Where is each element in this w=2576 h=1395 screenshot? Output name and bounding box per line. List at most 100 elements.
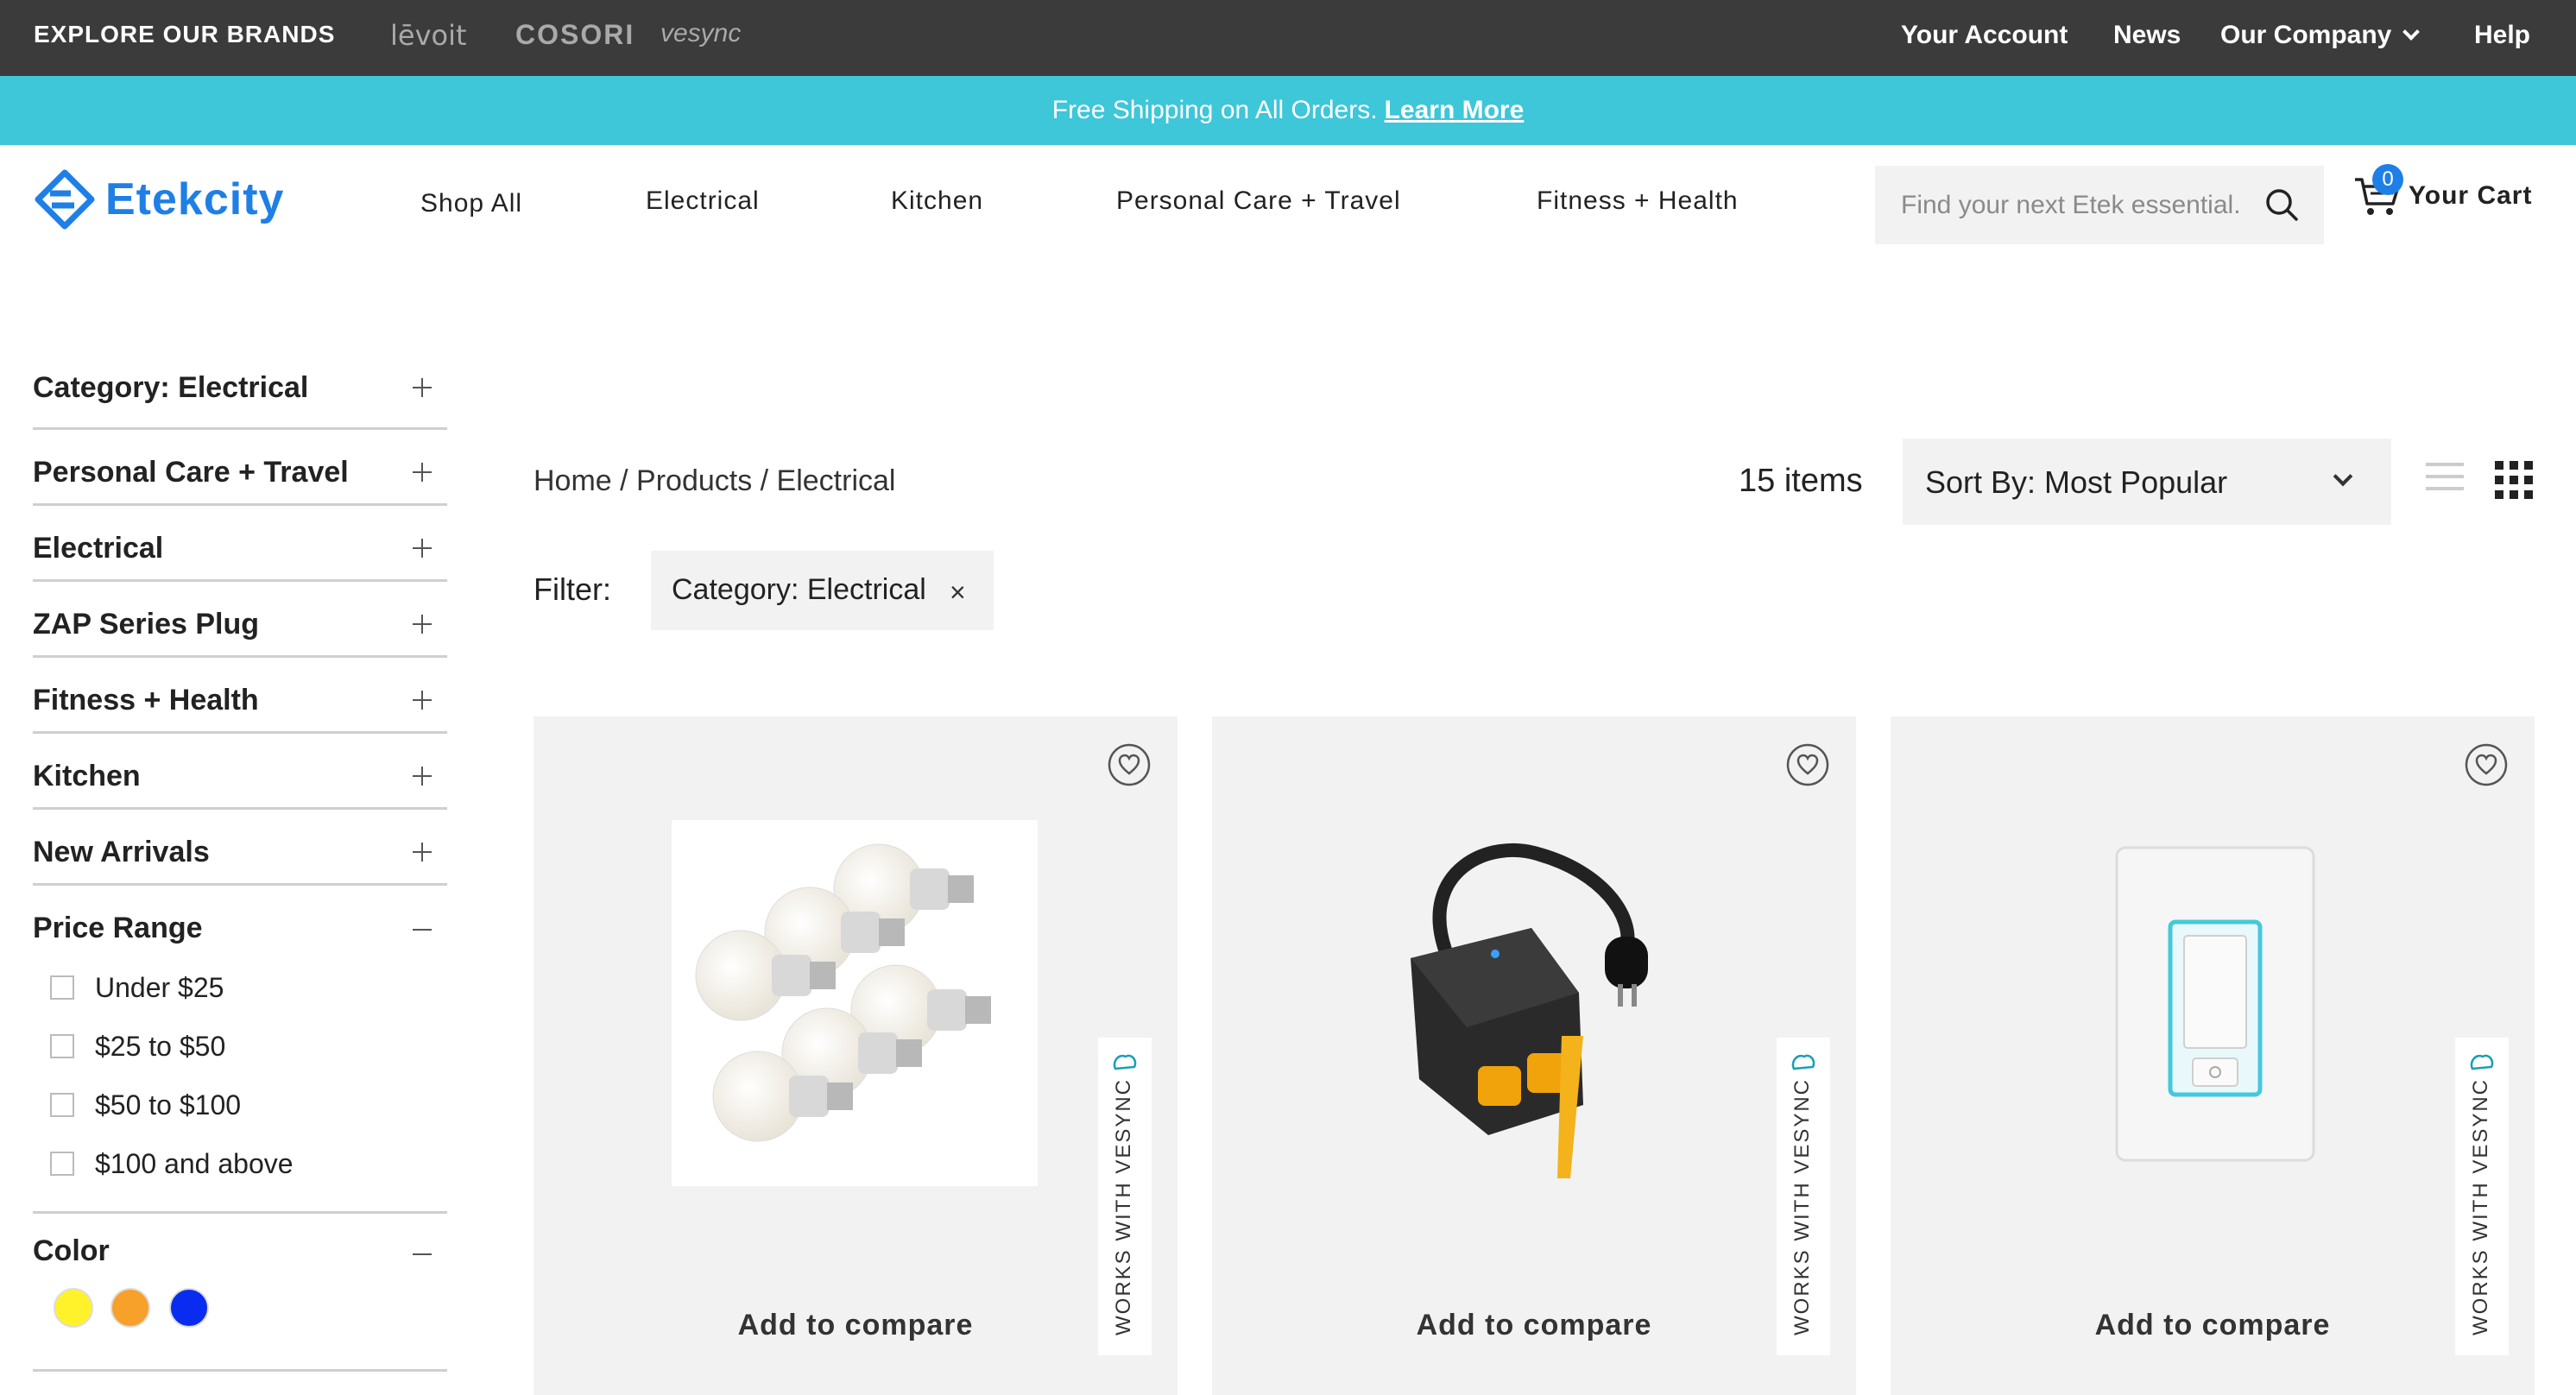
color-swatch-orange[interactable] xyxy=(110,1288,150,1328)
works-with-vesync-badge: WORKS WITH VESYNC xyxy=(1777,1038,1830,1355)
news-link[interactable]: News xyxy=(2113,21,2181,50)
cart-label: Your Cart xyxy=(2409,181,2533,210)
facet-title: Fitness + Health xyxy=(33,684,259,716)
vesync-icon xyxy=(1113,1054,1137,1070)
facet-category-electrical[interactable]: Category: Electrical xyxy=(33,363,447,430)
add-to-compare-button[interactable]: Add to compare xyxy=(1891,1309,2535,1342)
plus-icon[interactable] xyxy=(413,463,432,482)
product-card[interactable]: WORKS WITH VESYNC Add to compare xyxy=(1212,716,1856,1395)
minus-icon[interactable] xyxy=(413,920,432,939)
etekcity-logo-icon xyxy=(35,169,95,230)
checkbox[interactable] xyxy=(50,1093,74,1117)
facet-title: Category: Electrical xyxy=(33,371,309,404)
facet-title: Electrical xyxy=(33,532,164,565)
etekcity-logo[interactable]: Etekcity xyxy=(33,167,284,232)
filter-sidebar: Category: Electrical Personal Care + Tra… xyxy=(33,363,447,1372)
heart-icon[interactable] xyxy=(2464,742,2509,787)
heart-icon[interactable] xyxy=(1785,742,1830,787)
facet-electrical[interactable]: Electrical xyxy=(33,506,447,582)
plus-icon[interactable] xyxy=(413,615,432,634)
brand-link-cosori[interactable]: COSORI xyxy=(515,19,635,51)
plus-icon[interactable] xyxy=(413,378,432,397)
product-card[interactable]: WORKS WITH VESYNC Add to compare xyxy=(534,716,1178,1395)
explore-brands-label: EXPLORE OUR BRANDS xyxy=(34,21,336,47)
facet-title: New Arrivals xyxy=(33,836,210,868)
chevron-down-icon xyxy=(2333,466,2353,487)
chevron-down-icon xyxy=(2402,23,2421,41)
plus-icon[interactable] xyxy=(413,843,432,862)
nav-shop-all[interactable]: Shop All xyxy=(420,189,522,218)
learn-more-link[interactable]: Learn More xyxy=(1385,96,1525,124)
search-box xyxy=(1875,166,2324,244)
plus-icon[interactable] xyxy=(413,691,432,710)
price-option-100-above[interactable]: $100 and above xyxy=(50,1146,294,1181)
smart-bulbs-image[interactable] xyxy=(672,820,1038,1186)
works-with-vesync-badge: WORKS WITH VESYNC xyxy=(1098,1038,1152,1355)
works-with-vesync-badge: WORKS WITH VESYNC xyxy=(2455,1038,2509,1355)
sort-label: Sort By: Most Popular xyxy=(1925,464,2228,500)
vesync-badge-text: WORKS WITH VESYNC xyxy=(2469,1077,2492,1335)
cart-button[interactable]: 0 Your Cart xyxy=(2353,164,2560,224)
checkbox[interactable] xyxy=(50,975,74,1000)
cart-count-badge: 0 xyxy=(2372,164,2403,195)
option-label: $25 to $50 xyxy=(95,1030,226,1062)
chip-label: Category: Electrical xyxy=(672,573,926,606)
search-icon[interactable] xyxy=(2262,185,2301,224)
plus-icon[interactable] xyxy=(413,767,432,786)
close-icon[interactable]: × xyxy=(950,577,966,609)
vesync-badge-text: WORKS WITH VESYNC xyxy=(1112,1077,1135,1335)
facet-personal-care-travel[interactable]: Personal Care + Travel xyxy=(33,430,447,506)
dimmer-switch-image[interactable] xyxy=(2113,844,2317,1164)
facet-title: Personal Care + Travel xyxy=(33,456,349,489)
list-view-icon[interactable] xyxy=(2426,463,2464,497)
brand-bar: EXPLORE OUR BRANDS lēvoit COSORI vesync … xyxy=(0,0,2576,76)
sort-select[interactable]: Sort By: Most Popular xyxy=(1903,439,2391,525)
add-to-compare-button[interactable]: Add to compare xyxy=(1212,1309,1856,1342)
price-option-50-100[interactable]: $50 to $100 xyxy=(50,1088,241,1122)
facet-kitchen[interactable]: Kitchen xyxy=(33,734,447,810)
facet-title: Color xyxy=(33,1234,110,1267)
facet-color: Color xyxy=(33,1214,447,1372)
facet-new-arrivals[interactable]: New Arrivals xyxy=(33,810,447,886)
plus-icon[interactable] xyxy=(413,539,432,558)
nav-kitchen[interactable]: Kitchen xyxy=(891,186,983,216)
nav-personal-care-travel[interactable]: Personal Care + Travel xyxy=(1116,186,1401,216)
facet-title: Kitchen xyxy=(33,760,141,792)
color-swatch-blue[interactable] xyxy=(169,1288,209,1328)
facet-fitness-health[interactable]: Fitness + Health xyxy=(33,658,447,734)
brand-link-vesync[interactable]: vesync xyxy=(660,19,741,48)
filter-chip-category[interactable]: Category: Electrical × xyxy=(651,551,994,630)
vesync-icon xyxy=(1791,1054,1815,1070)
option-label: Under $25 xyxy=(95,971,224,1003)
minus-icon[interactable] xyxy=(413,1245,432,1264)
search-input[interactable] xyxy=(1901,186,2246,224)
item-count: 15 items xyxy=(1739,463,1863,499)
our-company-menu[interactable]: Our Company xyxy=(2220,21,2421,50)
facet-title: ZAP Series Plug xyxy=(33,608,260,641)
facet-price-range: Price Range Under $25 $25 to $50 $50 to … xyxy=(33,886,447,1214)
product-card[interactable]: WORKS WITH VESYNC Add to compare xyxy=(1891,716,2535,1395)
shipping-banner: Free Shipping on All Orders. Learn More xyxy=(0,76,2576,145)
facet-zap-series-plug[interactable]: ZAP Series Plug xyxy=(33,582,447,658)
filter-label: Filter: xyxy=(534,571,611,607)
our-company-label: Our Company xyxy=(2220,21,2392,49)
breadcrumb[interactable]: Home / Products / Electrical xyxy=(534,464,895,498)
option-label: $100 and above xyxy=(95,1147,294,1179)
brand-link-levoit[interactable]: lēvoit xyxy=(390,19,467,52)
help-link[interactable]: Help xyxy=(2474,21,2530,50)
nav-electrical[interactable]: Electrical xyxy=(646,186,760,216)
price-option-under-25[interactable]: Under $25 xyxy=(50,970,224,1005)
add-to-compare-button[interactable]: Add to compare xyxy=(534,1309,1178,1342)
heart-icon[interactable] xyxy=(1107,742,1152,787)
shipping-text: Free Shipping on All Orders. xyxy=(1051,96,1378,124)
checkbox[interactable] xyxy=(50,1034,74,1058)
outdoor-plug-image[interactable] xyxy=(1385,820,1678,1183)
grid-view-icon[interactable] xyxy=(2495,461,2533,499)
checkbox[interactable] xyxy=(50,1152,74,1176)
price-option-25-50[interactable]: $25 to $50 xyxy=(50,1029,225,1064)
nav-fitness-health[interactable]: Fitness + Health xyxy=(1537,186,1739,216)
color-swatch-yellow[interactable] xyxy=(54,1288,93,1328)
your-account-link[interactable]: Your Account xyxy=(1901,21,2068,50)
vesync-icon xyxy=(2470,1054,2494,1070)
option-label: $50 to $100 xyxy=(95,1089,242,1120)
